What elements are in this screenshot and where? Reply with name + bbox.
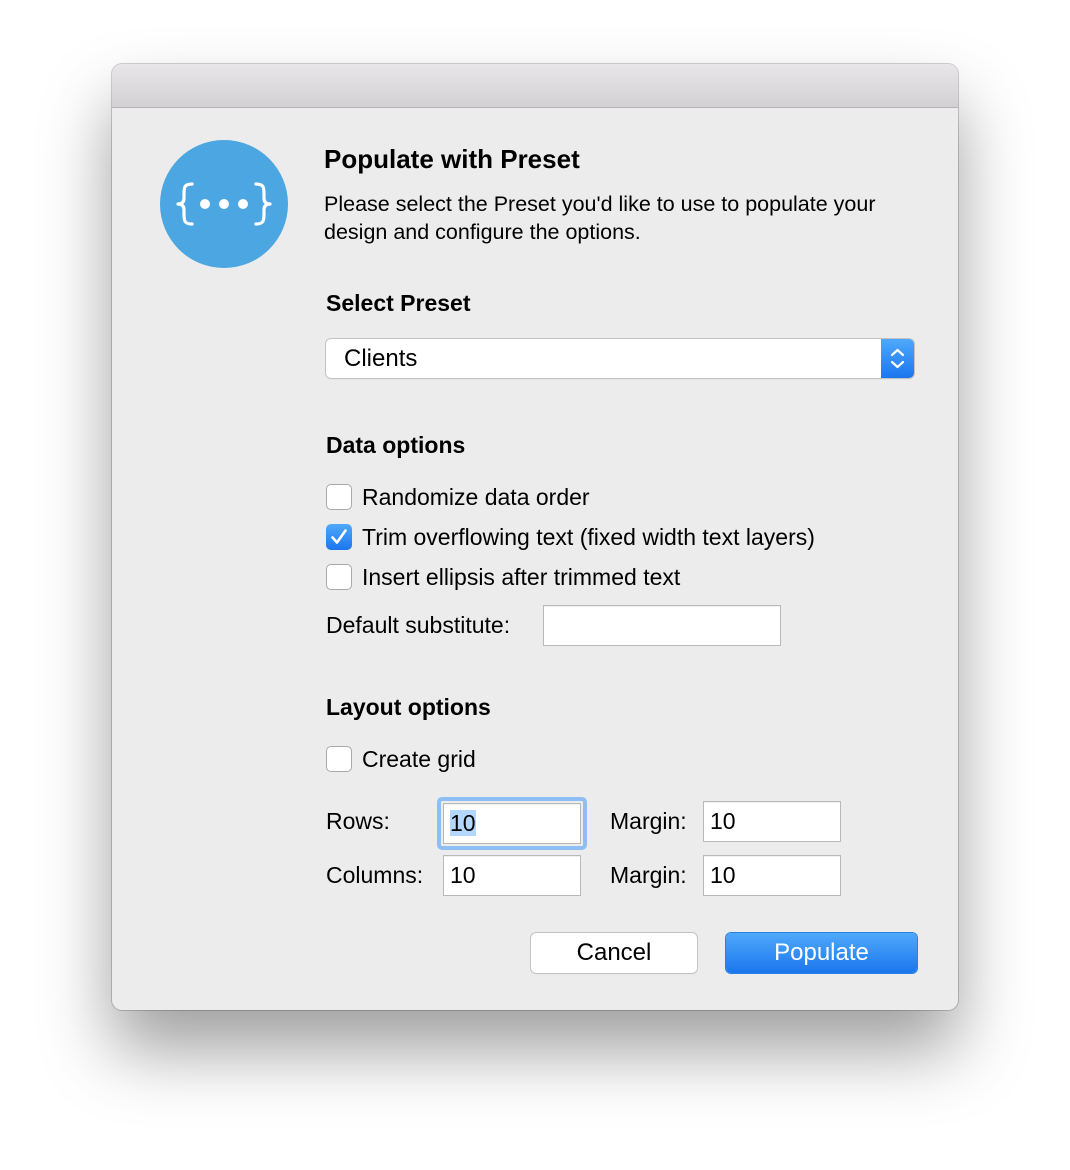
chevron-up-down-icon[interactable] (881, 339, 914, 378)
trim-overflow-label[interactable]: Trim overflowing text (fixed width text … (362, 524, 815, 551)
rows-selected-value: 10 (450, 810, 476, 836)
columns-field[interactable]: 10 (443, 855, 581, 896)
dialog-title: Populate with Preset (324, 144, 580, 174)
checkmark-icon (331, 529, 347, 544)
select-preset-heading: Select Preset (326, 290, 471, 316)
insert-ellipsis-label[interactable]: Insert ellipsis after trimmed text (362, 564, 680, 591)
title-bar[interactable] (112, 64, 958, 108)
rows-margin-field[interactable]: 10 (703, 801, 841, 842)
randomize-data-checkbox[interactable] (326, 484, 352, 510)
data-options-heading: Data options (326, 432, 466, 458)
create-grid-label[interactable]: Create grid (362, 746, 476, 773)
insert-ellipsis-checkbox[interactable] (326, 564, 352, 590)
preset-select[interactable]: Clients (326, 339, 914, 378)
default-substitute-label: Default substitute: (326, 612, 511, 638)
preset-select-value: Clients (344, 345, 418, 372)
populate-button[interactable]: Populate (726, 933, 917, 973)
trim-overflow-checkbox[interactable] (326, 524, 352, 550)
rows-margin-label: Margin: (610, 808, 687, 834)
create-grid-checkbox[interactable] (326, 746, 352, 772)
randomize-data-label[interactable]: Randomize data order (362, 484, 590, 511)
curly-braces-ellipsis-icon (160, 140, 288, 268)
columns-margin-label: Margin: (610, 862, 687, 888)
cancel-button[interactable]: Cancel (531, 933, 697, 973)
columns-label: Columns: (326, 862, 424, 888)
populate-dialog: Populate with Preset Please select the P… (112, 64, 958, 1010)
default-substitute-field[interactable] (543, 605, 781, 646)
rows-label: Rows: (326, 808, 390, 834)
dialog-description: Please select the Preset you'd like to u… (324, 192, 876, 244)
layout-options-heading: Layout options (326, 694, 491, 720)
columns-margin-field[interactable]: 10 (703, 855, 841, 896)
rows-field[interactable]: 10 (443, 803, 581, 844)
